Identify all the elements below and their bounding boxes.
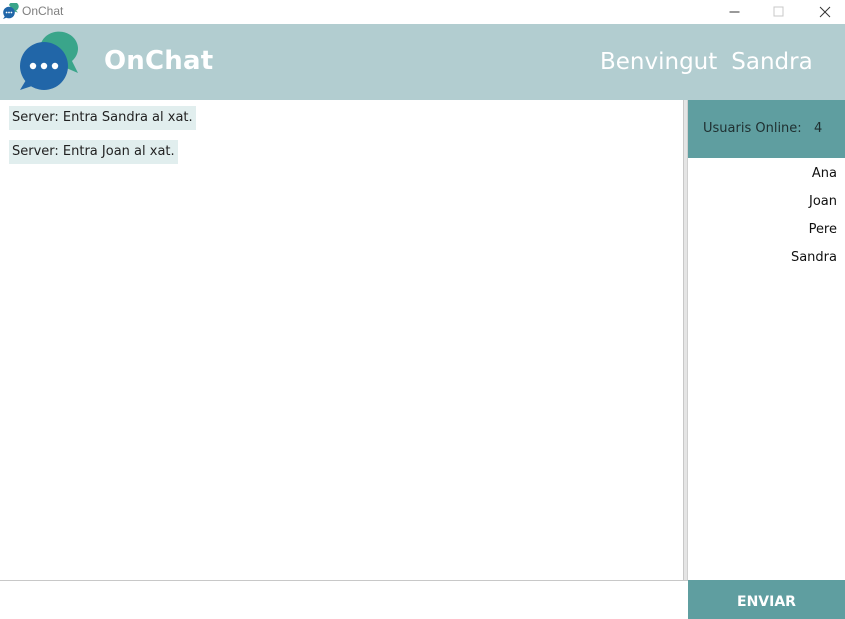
chat-message: Server: Entra Joan al xat.	[9, 140, 178, 164]
app-window: OnChat OnChat Benvingut Sandra Server: E…	[0, 0, 845, 619]
welcome-message: Benvingut Sandra	[600, 49, 813, 75]
app-header: OnChat Benvingut Sandra	[0, 24, 845, 100]
window-title: OnChat	[22, 4, 64, 18]
send-button[interactable]: ENVIAR	[688, 580, 845, 619]
brand-name: OnChat	[104, 46, 214, 76]
user-list-item[interactable]: Joan	[809, 194, 837, 209]
online-users-label: Usuaris Online:	[703, 121, 802, 136]
chat-messages-area[interactable]: Server: Entra Sandra al xat. Server: Ent…	[0, 100, 683, 580]
current-user-name: Sandra	[731, 49, 813, 75]
minimize-icon	[729, 11, 739, 13]
message-input[interactable]	[0, 581, 688, 619]
online-users-count: 4	[814, 121, 823, 136]
maximize-button[interactable]	[756, 0, 801, 24]
user-list-item[interactable]: Sandra	[791, 250, 837, 265]
chat-bubbles-icon	[2, 1, 19, 20]
minimize-button[interactable]	[712, 0, 757, 24]
online-users-header: Usuaris Online: 4	[688, 100, 845, 158]
welcome-label: Benvingut	[600, 49, 718, 75]
chat-bubbles-logo-icon	[18, 30, 82, 92]
title-bar: OnChat	[0, 0, 845, 24]
maximize-icon	[773, 6, 783, 17]
close-button[interactable]	[802, 0, 845, 24]
user-list-item[interactable]: Ana	[812, 166, 837, 181]
user-list-item[interactable]: Pere	[809, 222, 837, 237]
close-icon	[819, 6, 830, 18]
chat-message: Server: Entra Sandra al xat.	[9, 106, 196, 130]
online-users-panel: Usuaris Online: 4 Ana Joan Pere Sandra	[688, 100, 845, 580]
